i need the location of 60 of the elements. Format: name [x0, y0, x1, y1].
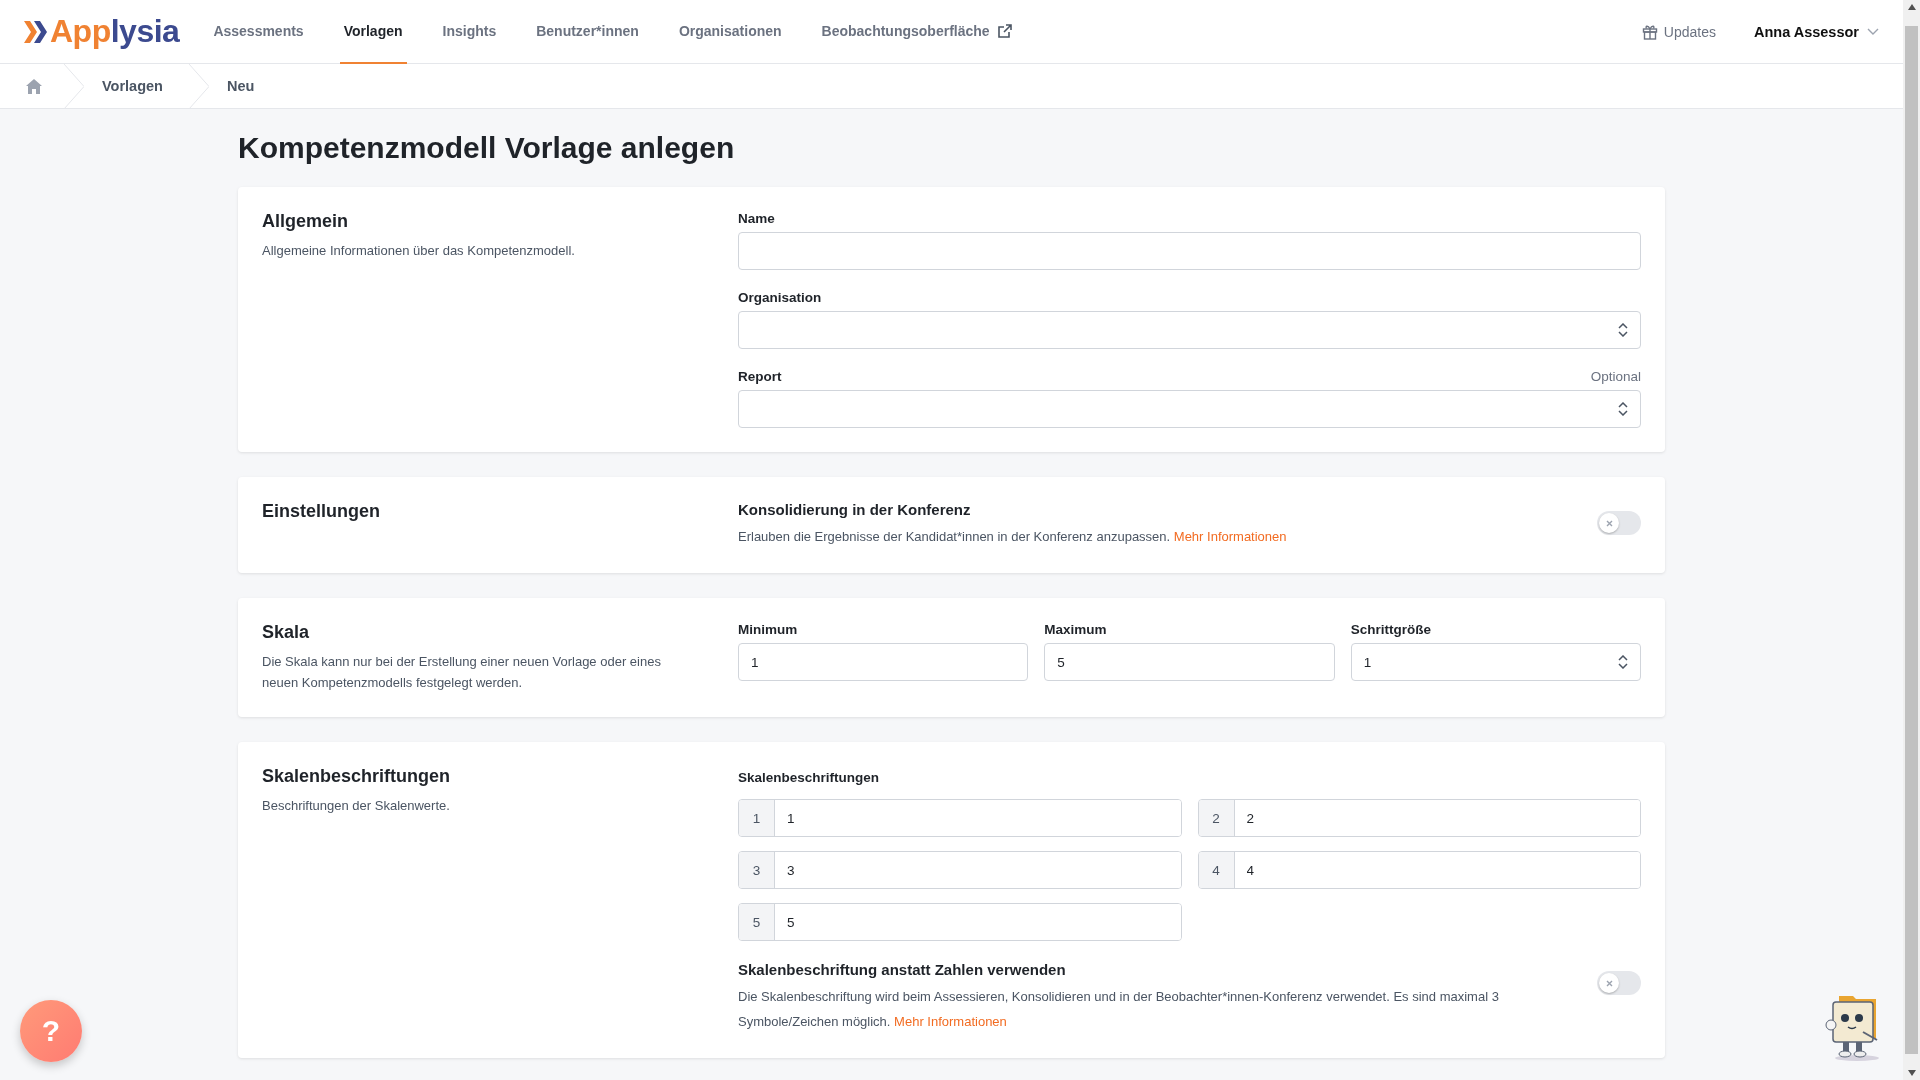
field-label: Skalenbeschriftungen: [738, 770, 881, 785]
option-description: Erlauben die Ergebnisse der Kandidat*innen in der Konferenz anzupassen. Mehr Informationen: [738, 528, 1288, 546]
field-label: Minimum: [738, 622, 798, 637]
section-title: Skala: [262, 622, 311, 643]
section-description: Beschriftungen der Skalenwerte.: [262, 797, 451, 815]
scale-number: 5: [739, 904, 775, 940]
section-description: Allgemeine Informationen über das Kompetenzmodell.: [262, 242, 576, 260]
user-menu[interactable]: Anna Assessor: [1753, 23, 1879, 40]
scale-number: 1: [739, 800, 775, 836]
optional-hint: Optional: [1590, 369, 1641, 384]
nav-tab[interactable]: Benutzer*innen: [532, 0, 643, 64]
logo-text: Applysia: [50, 13, 180, 50]
page-title: Kompetenzmodell Vorlage anlegen: [238, 131, 736, 165]
option-title: Konsolidierung in der Konferenz: [738, 501, 972, 518]
scale-number: 2: [1198, 800, 1235, 836]
scale-label-input[interactable]: 5 5: [738, 903, 1182, 941]
chevron-down-icon: [1867, 27, 1879, 36]
field-label: Name: [738, 211, 775, 226]
select-field[interactable]: 1: [1350, 643, 1641, 681]
section-description: Die Skala kann nur bei der Erstellung einer neuen Vorlage oder eines neuen Kompetenzmodells festgelegt werden.: [262, 653, 662, 692]
chevron-updown-icon: [1618, 655, 1628, 669]
scrollbar[interactable]: [1903, 0, 1920, 1080]
gift-icon: [1641, 23, 1658, 40]
field-label: Report: [738, 369, 782, 384]
select-field[interactable]: [738, 390, 1641, 428]
scale-label-input[interactable]: 3 3: [738, 851, 1182, 889]
section-title: Allgemein: [262, 211, 350, 232]
field-label: Schrittgröße: [1350, 622, 1431, 637]
scale-number: 4: [1198, 852, 1235, 888]
scale-label-input[interactable]: 4 4: [1197, 851, 1641, 889]
input-field[interactable]: 5: [1044, 643, 1335, 681]
section-title: Einstellungen: [262, 501, 381, 522]
nav-tab[interactable]: Insights: [438, 0, 501, 64]
toggle-switch[interactable]: [1597, 511, 1641, 535]
nav-tab[interactable]: Beobachtungsoberfläche: [817, 0, 1016, 64]
updates-link[interactable]: Updates: [1641, 23, 1716, 40]
input-field[interactable]: [738, 232, 1641, 270]
option-title: Skalenbeschriftung anstatt Zahlen verwenden: [738, 961, 1067, 978]
scale-label-input[interactable]: 2 2: [1197, 799, 1641, 837]
nav-tab[interactable]: Organisationen: [674, 0, 786, 64]
scale-number: 3: [739, 852, 775, 888]
chevron-updown-icon: [1618, 323, 1628, 337]
x-icon: [1605, 519, 1613, 527]
external-link-icon: [997, 23, 1012, 38]
select-field[interactable]: [738, 311, 1641, 349]
toggle-switch[interactable]: [1597, 971, 1641, 995]
field-label: Organisation: [738, 290, 822, 305]
field-label: Maximum: [1044, 622, 1107, 637]
section-title: Skalenbeschriftungen: [262, 766, 452, 787]
scroll-down-icon[interactable]: [1907, 1070, 1916, 1076]
scroll-up-icon[interactable]: [1907, 4, 1916, 10]
x-icon: [1605, 979, 1613, 987]
breadcrumb-link[interactable]: Neu: [208, 64, 281, 108]
chevron-updown-icon: [1618, 402, 1628, 416]
input-field[interactable]: 1: [738, 643, 1029, 681]
double-chevron-logo-icon: [24, 20, 48, 43]
scale-label-input[interactable]: 1 1: [738, 799, 1182, 837]
nav-tab[interactable]: Assessments: [209, 0, 308, 64]
option-description: Die Skalenbeschriftung wird beim Assessieren, Konsolidieren und in der Beobachter*innen-Konferenz verwendet. Es sind maximal 3 Symbole/Zeichen möglich. Mehr Informationen: [738, 988, 1500, 1031]
breadcrumb-link[interactable]: Vorlagen: [84, 64, 189, 108]
